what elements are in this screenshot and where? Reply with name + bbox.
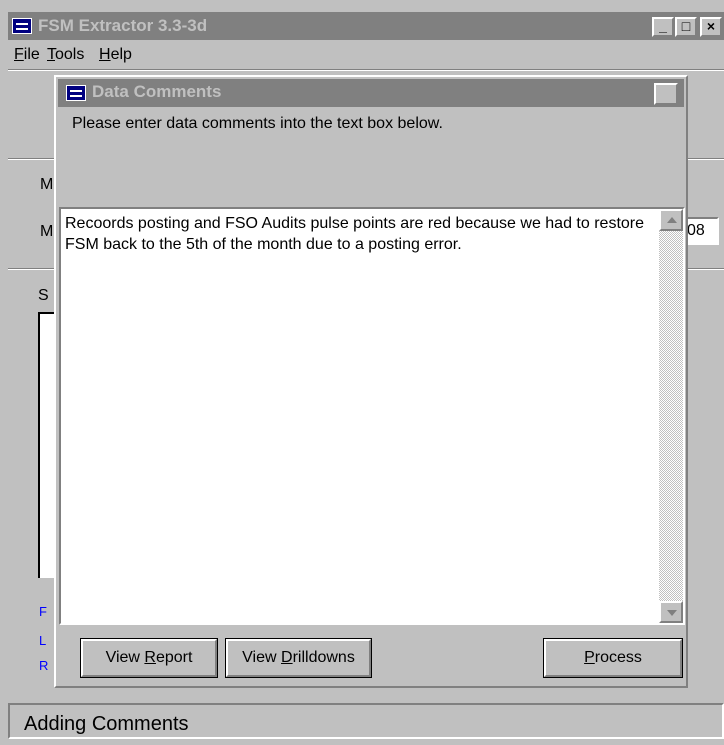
view-report-label-pre: View <box>105 649 145 666</box>
minimize-button[interactable]: _ <box>652 17 674 37</box>
view-drilldowns-button-face: View Drilldowns <box>226 639 371 677</box>
vertical-scrollbar[interactable] <box>659 209 683 623</box>
menu-help-accel: H <box>99 46 111 63</box>
view-drilldowns-button[interactable]: View Drilldowns <box>225 638 372 678</box>
view-drilldowns-label-pre: View <box>242 649 282 666</box>
process-button-face: Process <box>544 639 682 677</box>
dialog-instructions: Please enter data comments into the text… <box>72 115 443 132</box>
scroll-down-button[interactable] <box>659 601 683 623</box>
main-window-title: FSM Extractor 3.3-3d <box>38 16 208 35</box>
menu-file-accel: F <box>14 46 24 63</box>
view-report-label-accel: R <box>144 649 156 666</box>
dialog-icon <box>66 85 86 101</box>
background-label: M <box>40 223 54 240</box>
menu-help[interactable]: Help <box>99 46 132 64</box>
menu-bar: File Tools Help <box>8 40 724 68</box>
background-label: M <box>40 176 54 193</box>
main-title-bar[interactable]: FSM Extractor 3.3-3d _ □ × <box>8 12 724 40</box>
arrow-up-icon <box>667 217 677 223</box>
view-report-label-post: eport <box>155 649 193 666</box>
scroll-up-button[interactable] <box>659 209 683 231</box>
process-label-post: rocess <box>594 649 642 666</box>
background-input-field[interactable]: 08 <box>683 217 719 245</box>
dialog-title: Data Comments <box>92 82 222 101</box>
close-button[interactable]: × <box>700 17 722 37</box>
background-link[interactable]: R <box>39 658 48 673</box>
status-bar: Adding Comments <box>8 703 724 739</box>
menu-help-label: elp <box>110 46 132 63</box>
process-button[interactable]: Process <box>543 638 683 678</box>
status-text: Adding Comments <box>24 713 189 735</box>
background-label: S <box>38 287 49 304</box>
app-icon <box>12 18 32 34</box>
menu-file-label: ile <box>23 46 40 63</box>
view-drilldowns-label-post: rilldowns <box>292 649 355 666</box>
menu-file[interactable]: File <box>14 46 40 64</box>
menu-tools-label: ools <box>55 46 85 63</box>
maximize-button[interactable]: □ <box>675 17 697 37</box>
arrow-down-icon <box>667 610 677 616</box>
comment-textarea[interactable]: Recoords posting and FSO Audits pulse po… <box>59 207 685 625</box>
dialog-close-button[interactable]: × <box>654 83 678 105</box>
background-link[interactable]: F <box>39 604 47 619</box>
comment-text[interactable]: Recoords posting and FSO Audits pulse po… <box>65 213 655 255</box>
menu-separator <box>8 69 724 71</box>
menu-tools[interactable]: Tools <box>47 46 84 64</box>
background-link[interactable]: L <box>39 633 46 648</box>
process-label-accel: P <box>584 649 595 666</box>
view-drilldowns-label-accel: D <box>281 649 293 666</box>
dialog-title-bar[interactable]: Data Comments × <box>58 79 684 107</box>
data-comments-dialog: Data Comments × Please enter data commen… <box>54 75 688 688</box>
view-report-button[interactable]: View Report <box>80 638 218 678</box>
view-report-button-face: View Report <box>81 639 217 677</box>
menu-tools-accel: T <box>47 46 55 63</box>
